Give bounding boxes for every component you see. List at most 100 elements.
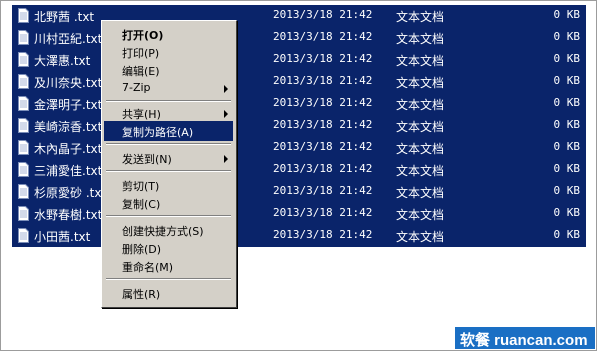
file-row[interactable]: 北野茜 .txt 2013/3/18 21:42 文本文档 0 KB [12, 5, 586, 27]
file-row[interactable]: 三浦愛佳.txt 2013/3/18 21:42 文本文档 0 KB [12, 159, 586, 181]
menu-item-label: 属性(R) [122, 288, 161, 301]
menu-item-open[interactable]: 打开(O) [104, 24, 233, 44]
menu-item-label: 打印(P) [122, 47, 160, 60]
file-row[interactable]: 水野春樹.txt 2013/3/18 21:42 文本文档 0 KB [12, 203, 586, 225]
menu-item-cut[interactable]: 剪切(T) [104, 175, 233, 195]
text-document-icon [18, 74, 29, 89]
file-date: 2013/3/18 21:42 [273, 8, 373, 21]
file-size: 0 KB [553, 30, 581, 43]
file-name: 杉原愛砂 .txt [34, 186, 107, 200]
file-date: 2013/3/18 21:42 [273, 118, 373, 131]
text-document-icon [18, 96, 29, 111]
menu-item-label: 创建快捷方式(S) [122, 225, 204, 238]
file-type: 文本文档 [396, 98, 445, 112]
file-date: 2013/3/18 21:42 [273, 162, 373, 175]
file-row[interactable]: 杉原愛砂 .txt 2013/3/18 21:42 文本文档 0 KB [12, 181, 586, 203]
menu-item-label: 打开(O) [122, 29, 164, 42]
file-row[interactable]: 川村亞紀.txt 2013/3/18 21:42 文本文档 0 KB [12, 27, 586, 49]
site-watermark-logo: 软餐 ruancan.com [455, 327, 595, 349]
menu-item-copy-as-path[interactable]: 复制为路径(A) [104, 121, 233, 141]
file-date: 2013/3/18 21:42 [273, 30, 373, 43]
file-name: 及川奈央.txt [34, 76, 103, 90]
file-type: 文本文档 [396, 208, 445, 222]
file-row[interactable]: 金澤明子.txt 2013/3/18 21:42 文本文档 0 KB [12, 93, 586, 115]
submenu-arrow-icon [224, 85, 228, 93]
file-name: 小田茜.txt [34, 230, 91, 244]
menu-item-label: 重命名(M) [122, 261, 174, 274]
text-document-icon [18, 30, 29, 45]
menu-separator [106, 143, 231, 145]
file-type: 文本文档 [396, 76, 445, 90]
file-type: 文本文档 [396, 230, 445, 244]
menu-item-label: 复制为路径(A) [122, 126, 194, 139]
text-document-icon [18, 8, 29, 23]
file-name: 川村亞紀.txt [34, 32, 103, 46]
file-name: 木內晶子.txt [34, 142, 103, 156]
menu-item-send-to[interactable]: 发送到(N) [104, 148, 233, 168]
file-row[interactable]: 大澤惠.txt 2013/3/18 21:42 文本文档 0 KB [12, 49, 586, 71]
file-name: 北野茜 .txt [34, 10, 95, 24]
text-document-icon [18, 184, 29, 199]
menu-item-7zip[interactable]: 7-Zip [104, 78, 233, 98]
menu-item-label: 7-Zip [122, 81, 151, 94]
file-name: 水野春樹.txt [34, 208, 103, 222]
file-size: 0 KB [553, 52, 581, 65]
menu-item-label: 编辑(E) [122, 65, 160, 78]
file-date: 2013/3/18 21:42 [273, 228, 373, 241]
file-name: 美崎涼香.txt [34, 120, 103, 134]
menu-item-label: 剪切(T) [122, 180, 160, 193]
file-type: 文本文档 [396, 142, 445, 156]
menu-item-create-shortcut[interactable]: 创建快捷方式(S) [104, 220, 233, 240]
submenu-arrow-icon [224, 110, 228, 118]
file-type: 文本文档 [396, 54, 445, 68]
context-menu: 打开(O) 打印(P) 编辑(E) 7-Zip 共享(H) 复制为路径(A) 发… [101, 20, 237, 308]
menu-item-rename[interactable]: 重命名(M) [104, 256, 233, 276]
file-row[interactable]: 及川奈央.txt 2013/3/18 21:42 文本文档 0 KB [12, 71, 586, 93]
menu-item-label: 删除(D) [122, 243, 162, 256]
file-date: 2013/3/18 21:42 [273, 184, 373, 197]
file-size: 0 KB [553, 184, 581, 197]
file-type: 文本文档 [396, 120, 445, 134]
menu-separator [106, 100, 231, 102]
menu-separator [106, 170, 231, 172]
file-date: 2013/3/18 21:42 [273, 140, 373, 153]
file-name: 三浦愛佳.txt [34, 164, 103, 178]
file-name: 大澤惠.txt [34, 54, 91, 68]
menu-item-label: 复制(C) [122, 198, 161, 211]
text-document-icon [18, 162, 29, 177]
menu-item-label: 发送到(N) [122, 153, 172, 166]
menu-separator [106, 278, 231, 280]
menu-item-properties[interactable]: 属性(R) [104, 283, 233, 303]
file-type: 文本文档 [396, 32, 445, 46]
file-date: 2013/3/18 21:42 [273, 206, 373, 219]
text-document-icon [18, 206, 29, 221]
menu-separator [106, 215, 231, 217]
file-row[interactable]: 美崎涼香.txt 2013/3/18 21:42 文本文档 0 KB [12, 115, 586, 137]
menu-item-edit[interactable]: 编辑(E) [104, 60, 233, 80]
file-size: 0 KB [553, 140, 581, 153]
file-type: 文本文档 [396, 164, 445, 178]
file-size: 0 KB [553, 118, 581, 131]
menu-item-share[interactable]: 共享(H) [104, 103, 233, 123]
file-type: 文本文档 [396, 10, 445, 24]
file-size: 0 KB [553, 96, 581, 109]
file-row[interactable]: 木內晶子.txt 2013/3/18 21:42 文本文档 0 KB [12, 137, 586, 159]
file-size: 0 KB [553, 206, 581, 219]
file-date: 2013/3/18 21:42 [273, 74, 373, 87]
file-size: 0 KB [553, 162, 581, 175]
file-name: 金澤明子.txt [34, 98, 103, 112]
menu-item-copy[interactable]: 复制(C) [104, 193, 233, 213]
file-list[interactable]: 北野茜 .txt 2013/3/18 21:42 文本文档 0 KB 川村亞紀.… [12, 5, 586, 247]
file-size: 0 KB [553, 74, 581, 87]
file-date: 2013/3/18 21:42 [273, 52, 373, 65]
menu-item-label: 共享(H) [122, 108, 161, 121]
text-document-icon [18, 52, 29, 67]
menu-item-print[interactable]: 打印(P) [104, 42, 233, 62]
file-row[interactable]: 小田茜.txt 2013/3/18 21:42 文本文档 0 KB [12, 225, 586, 247]
submenu-arrow-icon [224, 155, 228, 163]
file-size: 0 KB [553, 8, 581, 21]
file-type: 文本文档 [396, 186, 445, 200]
watermark-text: 软餐 ruancan.com [460, 332, 588, 349]
file-date: 2013/3/18 21:42 [273, 96, 373, 109]
menu-item-delete[interactable]: 删除(D) [104, 238, 233, 258]
